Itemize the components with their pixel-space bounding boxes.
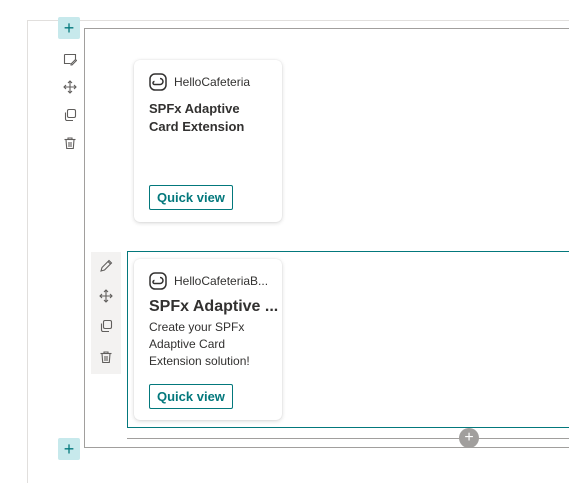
plus-icon: + [63,18,75,38]
edit-section-button[interactable] [60,49,80,69]
canvas-left-border [27,20,28,483]
quick-view-button[interactable]: Quick view [149,185,233,210]
plus-icon: + [464,429,474,446]
duplicate-webpart-button[interactable] [96,316,116,336]
move-webpart-button[interactable] [96,286,116,306]
adaptive-card-logo-icon [148,72,168,92]
adaptive-card-1[interactable]: HelloCafeteria SPFx Adaptive Card Extens… [134,60,282,222]
quick-view-button[interactable]: Quick view [149,384,233,409]
card-description: Create your SPFx Adaptive Card Extension… [149,320,250,368]
canvas-top-border [27,20,569,21]
delete-icon [64,137,76,150]
card-header: HelloCafeteria [148,72,250,92]
duplicate-section-button[interactable] [60,105,80,125]
card-title: SPFx Adaptive ... [149,298,279,315]
edit-webpart-button[interactable] [96,256,116,276]
add-webpart-button[interactable]: + [459,428,479,448]
adaptive-card-logo-icon [148,271,168,291]
plus-icon: + [63,439,75,459]
add-section-bottom-button[interactable]: + [58,438,80,460]
duplicate-icon [64,108,77,122]
delete-icon [100,351,112,364]
card-header: HelloCafeteriaB... [148,271,268,291]
edit-section-icon [63,53,77,66]
delete-webpart-button[interactable] [96,347,116,367]
webpart-divider [127,438,569,439]
move-section-button[interactable] [60,77,80,97]
card-app-name: HelloCafeteriaB... [174,274,269,288]
duplicate-icon [100,319,113,333]
delete-section-button[interactable] [60,133,80,153]
card-app-name: HelloCafeteria [174,75,251,89]
move-icon [99,289,113,303]
edit-icon [100,259,113,272]
move-icon [63,80,77,94]
add-section-top-button[interactable]: + [58,17,80,39]
adaptive-card-2[interactable]: HelloCafeteriaB... SPFx Adaptive ... Cre… [134,259,282,420]
card-title: SPFx Adaptive Card Extension [149,101,245,134]
